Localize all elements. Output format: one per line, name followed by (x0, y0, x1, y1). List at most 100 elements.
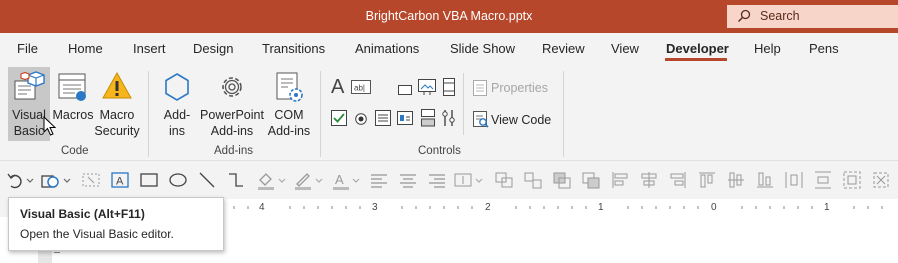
option-button-icon[interactable] (355, 112, 367, 130)
controls-group-label: Controls (418, 145, 461, 157)
com-addins-button[interactable]: COM Add-ins (266, 67, 312, 141)
hexagon-icon (161, 71, 193, 108)
align-middle-icon[interactable] (725, 169, 747, 191)
rectangle-icon[interactable] (138, 169, 160, 191)
align-right-icon[interactable] (426, 169, 448, 191)
more-controls-icon[interactable] (441, 109, 457, 132)
elbow-connector-icon[interactable] (225, 169, 247, 191)
horizontal-ruler: 4 3 2 1 0 1 (222, 199, 898, 218)
tab-view[interactable]: View (611, 41, 639, 56)
tab-insert[interactable]: Insert (133, 41, 166, 56)
tab-developer[interactable]: Developer (666, 41, 729, 56)
select-objects-icon[interactable] (80, 169, 102, 191)
chevron-down-icon[interactable] (313, 169, 325, 191)
view-code-button[interactable]: View Code (472, 110, 557, 130)
font-color-icon[interactable]: A (330, 169, 352, 191)
shape-outline-icon[interactable] (292, 169, 314, 191)
ruler-number: 4 (259, 202, 265, 213)
properties-button[interactable]: Properties (472, 78, 557, 98)
addins-group-label: Add-ins (214, 145, 253, 157)
textbox-control-icon[interactable]: ab| (351, 80, 371, 99)
listbox-control-icon[interactable] (375, 110, 391, 131)
gear-icon (216, 71, 248, 108)
tab-file[interactable]: File (17, 41, 38, 56)
visual-basic-icon (12, 71, 46, 108)
macro-security-label-2: Security (94, 124, 140, 138)
shape-fill-icon[interactable] (255, 169, 277, 191)
text-box-icon[interactable]: A (109, 169, 131, 191)
align-top-icon[interactable] (696, 169, 718, 191)
image-control-icon[interactable] (418, 79, 436, 100)
com-addins-label-2: Add-ins (267, 124, 311, 138)
addins-button[interactable]: Add- ins (157, 67, 197, 141)
ruler-ticks (233, 206, 883, 209)
search-label: Search (760, 9, 800, 23)
resize-icon[interactable] (841, 169, 863, 191)
ruler-number: 0 (711, 202, 717, 213)
warning-icon (102, 71, 132, 106)
tab-animations[interactable]: Animations (355, 41, 419, 56)
search-icon (737, 9, 751, 28)
ungroup-icon[interactable] (522, 169, 544, 191)
ruler-number: 1 (598, 202, 604, 213)
text-direction-icon[interactable] (452, 169, 474, 191)
crop-icon[interactable] (870, 169, 892, 191)
active-tab-indicator (665, 58, 727, 61)
tab-pens[interactable]: Pens (809, 41, 839, 56)
tab-slide-show[interactable]: Slide Show (450, 41, 515, 56)
svg-text:A: A (116, 176, 124, 188)
powerpoint-addins-button[interactable]: PowerPoint Add-ins (199, 67, 265, 141)
group-separator (320, 71, 321, 157)
powerpoint-addins-label-1: PowerPoint (200, 108, 264, 122)
shapes-icon[interactable] (40, 169, 62, 191)
group-separator (563, 71, 564, 157)
chevron-down-icon[interactable] (473, 169, 485, 191)
code-group-label: Code (61, 145, 89, 157)
send-backward-icon[interactable] (580, 169, 602, 191)
macro-security-label-1: Macro (99, 108, 135, 122)
properties-icon (473, 80, 487, 101)
scrollbar-control-icon[interactable] (443, 78, 455, 101)
combobox-control-icon[interactable] (397, 111, 413, 130)
align-objects-left-icon[interactable] (609, 169, 631, 191)
chevron-down-icon[interactable] (276, 169, 288, 191)
tab-review[interactable]: Review (542, 41, 585, 56)
addins-label-1: Add- (163, 108, 191, 122)
line-icon[interactable] (196, 169, 218, 191)
align-left-icon[interactable] (368, 169, 390, 191)
addins-label-2: ins (169, 124, 185, 138)
group-objects-icon[interactable] (493, 169, 515, 191)
button-control-icon[interactable] (398, 82, 412, 100)
tab-home[interactable]: Home (68, 41, 103, 56)
macros-button[interactable]: Macros (52, 67, 94, 141)
distribute-vertically-icon[interactable] (812, 169, 834, 191)
chevron-down-icon[interactable] (61, 169, 73, 191)
tab-help[interactable]: Help (754, 41, 781, 56)
tab-transitions[interactable]: Transitions (262, 41, 325, 56)
checkbox-control-icon[interactable] (331, 110, 347, 131)
tooltip: Visual Basic (Alt+F11) Open the Visual B… (8, 197, 224, 251)
align-center-icon[interactable] (397, 169, 419, 191)
tab-design[interactable]: Design (193, 41, 233, 56)
bring-forward-icon[interactable] (551, 169, 573, 191)
oval-icon[interactable] (167, 169, 189, 191)
com-addins-icon (274, 71, 304, 108)
group-separator (148, 71, 149, 157)
chevron-down-icon[interactable] (24, 169, 36, 191)
chevron-down-icon[interactable] (350, 169, 362, 191)
macros-icon (57, 72, 89, 107)
align-objects-right-icon[interactable] (667, 169, 689, 191)
label-control-icon[interactable]: A (331, 76, 344, 99)
ruler-number: 2 (485, 202, 491, 213)
svg-text:A: A (335, 172, 344, 187)
toggle-button-icon[interactable] (421, 109, 435, 132)
ribbon: Visual Basic Macros Macro Security Code … (0, 65, 898, 161)
align-bottom-icon[interactable] (754, 169, 776, 191)
properties-label: Properties (491, 81, 548, 95)
search-box[interactable]: Search (727, 5, 898, 28)
macro-security-button[interactable]: Macro Security (94, 67, 140, 141)
view-code-icon (473, 111, 489, 133)
com-addins-label-1: COM (274, 108, 304, 122)
distribute-horizontally-icon[interactable] (783, 169, 805, 191)
align-objects-center-icon[interactable] (638, 169, 660, 191)
